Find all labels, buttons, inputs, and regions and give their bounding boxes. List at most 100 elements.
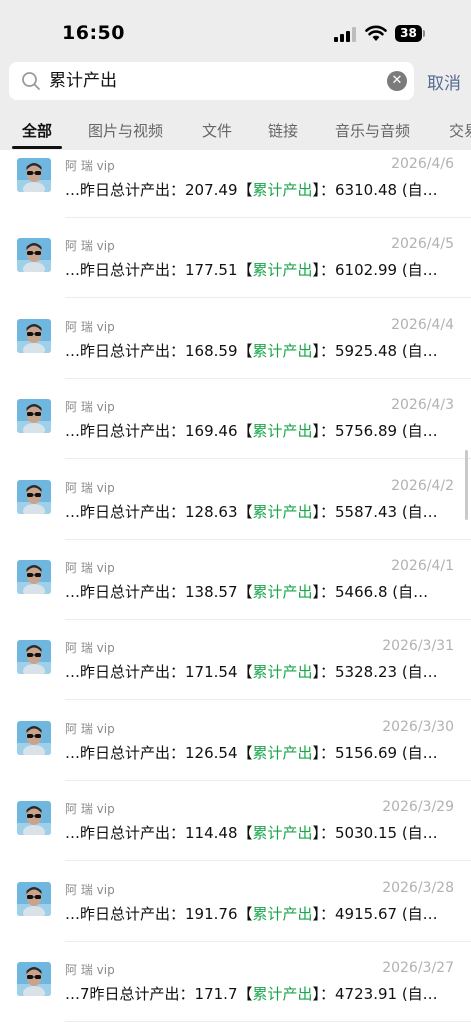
- avatar[interactable]: [17, 962, 51, 996]
- sender-name: 阿 瑞 vip: [65, 882, 115, 897]
- message-snippet: …昨日总计产出：207.49【累计产出】：6310.48 (自…: [65, 179, 460, 200]
- cancel-button[interactable]: 取消: [427, 69, 461, 94]
- tab-links[interactable]: 链接: [268, 120, 298, 141]
- message-snippet: …7昨日总计产出：171.7【累计产出】：4723.91 (自…: [65, 983, 460, 1004]
- sender-name: 阿 瑞 vip: [65, 721, 115, 736]
- list-item[interactable]: 阿 瑞 vip 2026/3/31 …昨日总计产出：171.54【累计产出】：532…: [0, 625, 471, 705]
- message-snippet: …昨日总计产出：169.46【累计产出】：5756.89 (自…: [65, 420, 460, 441]
- avatar[interactable]: [17, 399, 51, 434]
- message-date: 2026/4/1: [391, 558, 454, 574]
- message-date: 2026/4/3: [391, 397, 454, 414]
- snippet-keyword: 累计产出: [252, 743, 313, 762]
- tab-images-videos[interactable]: 图片与视频: [88, 120, 163, 141]
- tab-files[interactable]: 文件: [202, 120, 232, 141]
- avatar[interactable]: [17, 158, 51, 192]
- message-snippet: …昨日总计产出：128.63【累计产出】：5587.43 (自…: [65, 501, 460, 522]
- row-divider: [65, 699, 471, 701]
- avatar[interactable]: [17, 560, 51, 594]
- list-item[interactable]: 阿 瑞 vip 2026/4/2 …昨日总计产出：128.63【累计产出】：5587…: [0, 465, 471, 545]
- list-item[interactable]: 阿 瑞 vip 2026/4/1 …昨日总计产出：138.57【累计产出】：5466…: [0, 545, 471, 625]
- sender-name: 阿 瑞 vip: [65, 319, 115, 334]
- cellular-signal-icon: [334, 27, 356, 42]
- sender-name: 阿 瑞 vip: [65, 480, 115, 495]
- snippet-suffix: 】：5030.15 (自…: [312, 824, 438, 843]
- snippet-prefix: …昨日总计产出：207.49【: [65, 181, 253, 199]
- list-item[interactable]: 阿 瑞 vip 2026/4/4 …昨日总计产出：168.59【累计产出】：5925…: [0, 304, 471, 384]
- message-date: 2026/4/5: [391, 236, 454, 253]
- message-snippet: …昨日总计产出：171.54【累计产出】：5328.23 (自…: [65, 661, 460, 682]
- snippet-suffix: 】：6310.48 (自…: [312, 181, 438, 199]
- tab-music-audio[interactable]: 音乐与音频: [335, 120, 410, 141]
- row-divider: [65, 297, 471, 299]
- snippet-prefix: …昨日总计产出：138.57【: [65, 583, 253, 601]
- status-bar: 16:50 38: [0, 0, 471, 62]
- snippet-keyword: 累计产出: [252, 181, 313, 199]
- snippet-keyword: 累计产出: [252, 583, 313, 601]
- avatar[interactable]: [17, 238, 51, 273]
- scrollbar[interactable]: [465, 450, 468, 520]
- header: 16:50 38 累计产出 ✕ 取消 全部 图片与视频 文件 链接 音乐与音频: [0, 0, 471, 150]
- row-divider: [65, 1021, 471, 1022]
- snippet-suffix: 】：5156.69 (自…: [312, 743, 438, 762]
- snippet-keyword: 累计产出: [252, 824, 313, 843]
- list-item[interactable]: 阿 瑞 vip 2026/4/6 …昨日总计产出：207.49【累计产出】：6310…: [0, 150, 471, 223]
- snippet-prefix: …昨日总计产出：177.51【: [65, 261, 253, 280]
- snippet-prefix: …7昨日总计产出：171.7【: [65, 985, 253, 1003]
- search-input[interactable]: 累计产出: [49, 69, 117, 93]
- wifi-icon: [365, 25, 387, 41]
- snippet-keyword: 累计产出: [252, 502, 313, 521]
- avatar[interactable]: [17, 720, 51, 755]
- snippet-prefix: …昨日总计产出：114.48【: [65, 824, 253, 843]
- avatar[interactable]: [17, 801, 51, 836]
- tab-all[interactable]: 全部: [22, 120, 52, 141]
- message-date: 2026/4/4: [391, 316, 454, 333]
- search-icon: [22, 72, 40, 90]
- snippet-prefix: …昨日总计产出：128.63【: [65, 502, 253, 521]
- sender-name: 阿 瑞 vip: [65, 641, 115, 656]
- message-date: 2026/3/28: [382, 879, 454, 896]
- list-item[interactable]: 阿 瑞 vip 2026/3/30 …昨日总计产出：126.54【累计产出】：515…: [0, 706, 471, 786]
- avatar[interactable]: [17, 479, 51, 514]
- sender-name: 阿 瑞 vip: [65, 963, 115, 977]
- avatar[interactable]: [17, 640, 51, 675]
- list-item[interactable]: 阿 瑞 vip 2026/3/28 …昨日总计产出：191.76【累计产出】：491…: [0, 867, 471, 947]
- snippet-prefix: …昨日总计产出：168.59【: [65, 341, 253, 360]
- message-date: 2026/3/30: [382, 718, 454, 735]
- sender-name: 阿 瑞 vip: [65, 561, 115, 575]
- message-snippet: …昨日总计产出：168.59【累计产出】：5925.48 (自…: [65, 340, 460, 361]
- sender-name: 阿 瑞 vip: [65, 239, 115, 254]
- search-results-list[interactable]: 阿 瑞 vip 2026/4/6 …昨日总计产出：207.49【累计产出】：6310…: [0, 150, 471, 1024]
- message-snippet: …昨日总计产出：126.54【累计产出】：5156.69 (自…: [65, 742, 460, 763]
- message-snippet: …昨日总计产出：191.76【累计产出】：4915.67 (自…: [65, 903, 460, 924]
- active-tab-indicator: [12, 146, 62, 149]
- tab-transactions[interactable]: 交易: [449, 120, 471, 141]
- row-divider: [65, 940, 471, 942]
- message-snippet: …昨日总计产出：177.51【累计产出】：6102.99 (自…: [65, 259, 460, 280]
- battery-level: 38: [395, 25, 422, 42]
- snippet-suffix: 】：5587.43 (自…: [312, 502, 438, 521]
- message-date: 2026/4/2: [391, 477, 454, 494]
- avatar[interactable]: [17, 318, 51, 353]
- message-date: 2026/3/31: [382, 638, 454, 655]
- row-divider: [65, 217, 471, 218]
- clear-search-icon[interactable]: ✕: [387, 71, 407, 91]
- row-divider: [65, 458, 471, 460]
- sender-name: 阿 瑞 vip: [65, 400, 115, 415]
- avatar[interactable]: [17, 881, 51, 916]
- snippet-prefix: …昨日总计产出：126.54【: [65, 743, 253, 762]
- row-divider: [65, 619, 471, 620]
- snippet-prefix: …昨日总计产出：171.54【: [65, 663, 253, 682]
- row-divider: [65, 779, 471, 781]
- sender-name: 阿 瑞 vip: [65, 159, 115, 173]
- list-item[interactable]: 阿 瑞 vip 2026/3/29 …昨日总计产出：114.48【累计产出】：503…: [0, 786, 471, 866]
- snippet-suffix: 】：6102.99 (自…: [312, 261, 438, 280]
- snippet-suffix: 】：4723.91 (自…: [312, 985, 438, 1003]
- snippet-prefix: …昨日总计产出：169.46【: [65, 422, 253, 441]
- search-bar[interactable]: 累计产出 ✕: [9, 62, 414, 100]
- list-item[interactable]: 阿 瑞 vip 2026/4/3 …昨日总计产出：169.46【累计产出】：5756…: [0, 384, 471, 464]
- list-item[interactable]: 阿 瑞 vip 2026/3/27 …7昨日总计产出：171.7【累计产出】：472…: [0, 947, 471, 1024]
- snippet-prefix: …昨日总计产出：191.76【: [65, 904, 253, 923]
- message-date: 2026/3/29: [382, 799, 454, 816]
- battery-icon: 38: [395, 25, 425, 42]
- list-item[interactable]: 阿 瑞 vip 2026/4/5 …昨日总计产出：177.51【累计产出】：6102…: [0, 223, 471, 303]
